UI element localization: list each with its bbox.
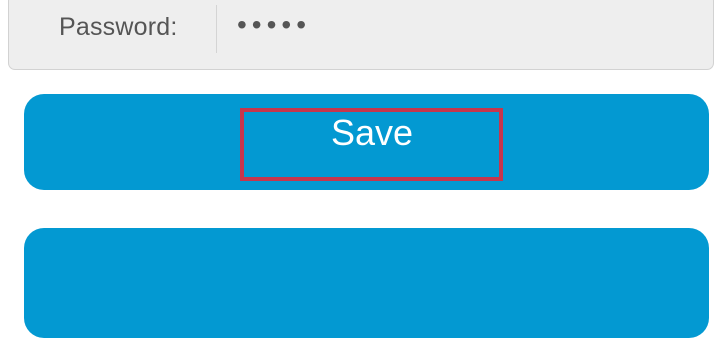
next-action-button[interactable] bbox=[24, 228, 709, 338]
password-label: Password: bbox=[59, 13, 178, 41]
field-divider bbox=[216, 5, 217, 53]
save-button-label: Save bbox=[330, 112, 414, 153]
password-row: Password: ••••• bbox=[8, 0, 714, 70]
password-masked-value: ••••• bbox=[237, 9, 312, 40]
